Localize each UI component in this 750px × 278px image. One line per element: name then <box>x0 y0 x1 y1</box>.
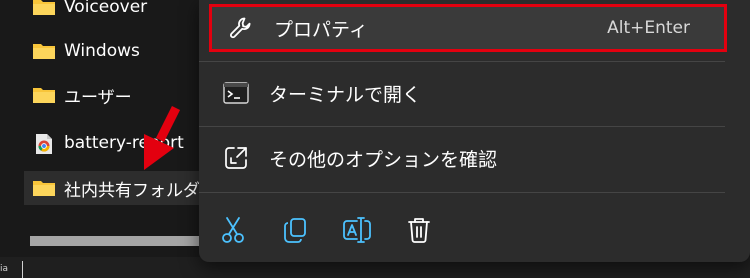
menu-item-label: ターミナルで開く <box>269 83 422 106</box>
context-menu: プロパティ Alt+Enter ターミナルで開く その他のオプションを確認 <box>199 0 750 262</box>
file-name: Voiceover <box>64 0 148 17</box>
list-item[interactable]: Windows <box>24 34 140 68</box>
menu-divider <box>199 126 725 127</box>
folder-icon <box>32 85 56 105</box>
text-caret <box>22 261 23 278</box>
menu-item-more-options[interactable]: その他のオプションを確認 <box>207 134 727 182</box>
menu-divider <box>199 192 725 193</box>
file-name: Windows <box>64 41 140 61</box>
folder-icon <box>32 178 56 198</box>
delete-icon[interactable] <box>403 214 435 246</box>
list-item[interactable]: ユーザー <box>24 78 132 112</box>
file-name: 社内共有フォルダ <box>64 180 200 201</box>
menu-item-open-terminal[interactable]: ターミナルで開く <box>207 69 727 117</box>
horizontal-scrollbar[interactable] <box>30 236 220 246</box>
expand-icon <box>221 143 251 173</box>
list-item[interactable]: Voiceover <box>24 0 147 24</box>
menu-item-label: その他のオプションを確認 <box>269 148 498 171</box>
shortcut-label: Alt+Enter <box>607 18 690 38</box>
status-text: ia <box>0 264 9 274</box>
folder-icon <box>32 41 56 61</box>
rename-icon[interactable] <box>341 214 373 246</box>
file-name: ユーザー <box>64 87 132 108</box>
wrench-icon <box>226 13 256 43</box>
terminal-icon <box>221 78 251 108</box>
menu-item-label: プロパティ <box>274 18 368 41</box>
red-arrow-icon <box>144 105 181 170</box>
menu-item-properties[interactable]: プロパティ Alt+Enter <box>209 4 727 52</box>
action-icon-bar <box>217 205 465 255</box>
copy-icon[interactable] <box>279 214 311 246</box>
folder-icon <box>32 0 56 17</box>
chrome-html-icon <box>32 133 56 154</box>
cut-icon[interactable] <box>217 214 249 246</box>
menu-divider <box>199 61 725 62</box>
